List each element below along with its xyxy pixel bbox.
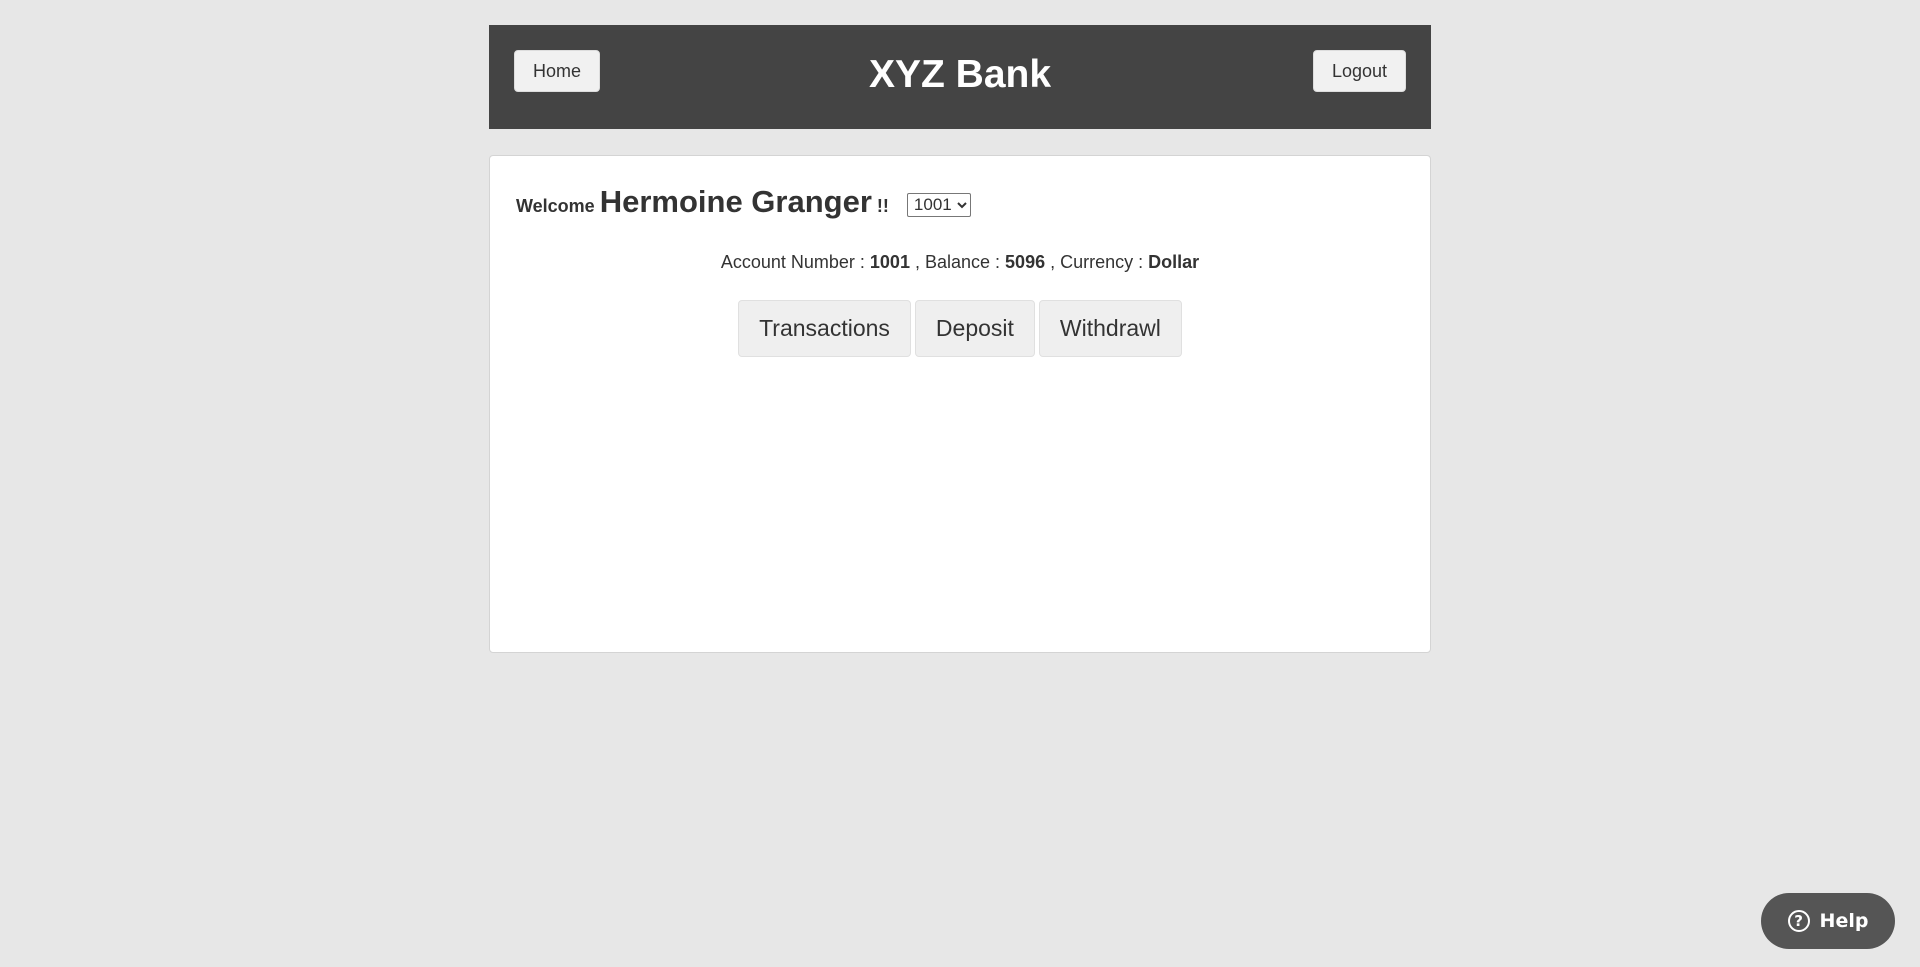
question-circle-icon: ? bbox=[1787, 910, 1810, 932]
currency-value: Dollar bbox=[1148, 252, 1200, 272]
logout-button[interactable]: Logout bbox=[1312, 50, 1406, 92]
help-button[interactable]: ? Help bbox=[1761, 893, 1895, 949]
page-title: XYZ Bank bbox=[868, 53, 1052, 96]
help-label: Help bbox=[1819, 910, 1869, 932]
transactions-button[interactable]: Transactions bbox=[738, 300, 911, 357]
page-header: Home XYZ Bank Logout bbox=[489, 25, 1431, 129]
welcome-label: Welcome bbox=[516, 196, 595, 216]
balance-value: 5096 bbox=[1005, 252, 1046, 272]
welcome-suffix: !! bbox=[876, 196, 889, 216]
welcome-row: Welcome Hermoine Granger !! 1001 bbox=[516, 184, 971, 220]
action-buttons: Transactions Deposit Withdrawl bbox=[490, 300, 1430, 357]
withdrawl-button[interactable]: Withdrawl bbox=[1038, 300, 1182, 357]
account-number-value: 1001 bbox=[869, 252, 910, 272]
customer-name: Hermoine Granger bbox=[599, 184, 872, 219]
account-info: Account Number : 1001 , Balance : 5096 ,… bbox=[490, 252, 1430, 273]
account-number-label: Account Number : bbox=[720, 252, 865, 272]
account-select[interactable]: 1001 bbox=[906, 192, 971, 217]
currency-label: , Currency : bbox=[1050, 252, 1144, 272]
deposit-button[interactable]: Deposit bbox=[914, 300, 1035, 357]
app-frame: Home XYZ Bank Logout Welcome Hermoine Gr… bbox=[489, 25, 1431, 653]
balance-label: , Balance : bbox=[914, 252, 1001, 272]
account-panel: Welcome Hermoine Granger !! 1001 Account… bbox=[489, 155, 1431, 653]
